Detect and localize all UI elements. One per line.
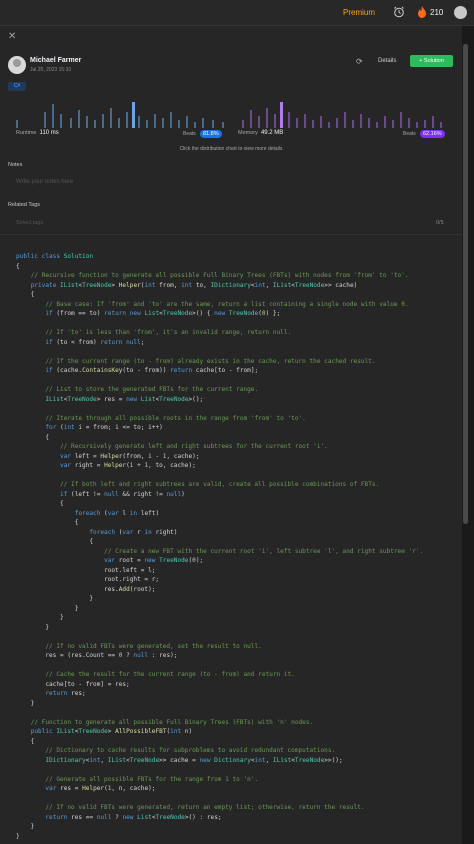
divider bbox=[0, 234, 462, 235]
tags-count: 0/5 bbox=[436, 220, 444, 226]
alarm-icon[interactable] bbox=[393, 6, 405, 18]
language-badge: C# bbox=[8, 82, 26, 91]
user-avatar[interactable] bbox=[454, 6, 467, 19]
details-button[interactable]: Details bbox=[378, 58, 396, 64]
close-icon[interactable]: ✕ bbox=[8, 31, 16, 42]
runtime-value: 110 ms bbox=[39, 130, 59, 136]
memory-beats-badge: 62.16% bbox=[420, 130, 445, 138]
runtime-distribution-chart[interactable] bbox=[14, 100, 240, 128]
notes-input[interactable]: Write your notes here bbox=[16, 179, 73, 185]
notes-label: Notes bbox=[8, 162, 23, 168]
memory-distribution-chart[interactable] bbox=[238, 100, 458, 128]
tags-select[interactable]: Select tags bbox=[16, 220, 43, 226]
author-name[interactable]: Michael Farmer bbox=[30, 57, 81, 64]
author-avatar[interactable] bbox=[8, 56, 26, 74]
runtime-beats-label: Beats bbox=[183, 131, 196, 137]
runtime-beats-badge: 81.8% bbox=[200, 130, 222, 138]
runtime-stat: Runtime 110 ms bbox=[16, 130, 59, 136]
distribution-charts[interactable]: Runtime 110 ms Beats 81.8% Memory 49.2 M… bbox=[0, 98, 462, 138]
memory-stat: Memory 49.2 MB bbox=[238, 130, 283, 136]
premium-link[interactable]: Premium bbox=[343, 8, 375, 17]
runtime-label: Runtime bbox=[16, 130, 37, 136]
related-tags-label: Related Tags bbox=[8, 202, 41, 208]
top-bar: Premium 210 bbox=[0, 0, 474, 26]
refresh-icon[interactable]: ⟳ bbox=[356, 57, 363, 66]
code-block[interactable]: public class Solution { // Recursive fun… bbox=[16, 252, 423, 841]
memory-label: Memory bbox=[238, 130, 258, 136]
submission-date: Jul 25, 2023 15:10 bbox=[30, 67, 72, 73]
fire-icon[interactable] bbox=[417, 6, 427, 18]
chart-hint: Click the distribution chart to view mor… bbox=[179, 146, 283, 152]
streak-count: 210 bbox=[430, 8, 444, 17]
scrollbar[interactable] bbox=[463, 44, 468, 524]
solution-panel: ✕ Michael Farmer Jul 25, 2023 15:10 ⟳ De… bbox=[0, 26, 462, 844]
memory-beats-label: Beats bbox=[403, 131, 416, 137]
solution-button[interactable]: + Solution bbox=[410, 55, 453, 67]
memory-value: 49.2 MB bbox=[260, 130, 284, 136]
